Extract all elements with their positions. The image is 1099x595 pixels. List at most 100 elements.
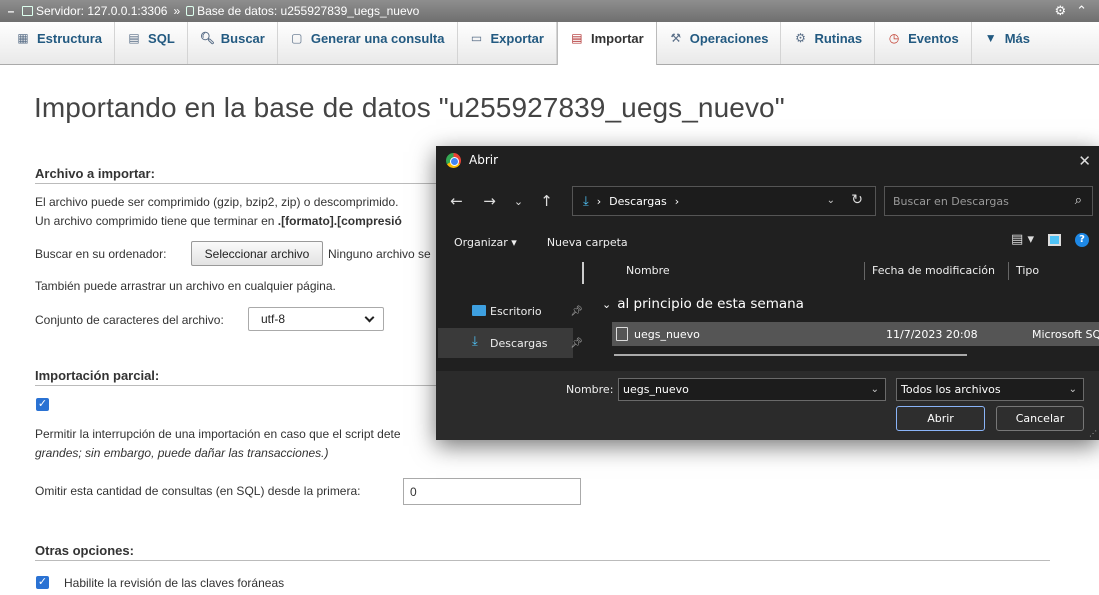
- file-row[interactable]: uegs_nuevo 11/7/2023 20:08 Microsoft SQ: [612, 322, 1099, 346]
- tab-estructura[interactable]: ▦ Estructura: [4, 22, 116, 64]
- interrupt-checkbox[interactable]: ✓: [36, 398, 49, 411]
- column-header-name[interactable]: Nombre: [626, 264, 670, 277]
- page-title: Importando en la base de datos "u2559278…: [34, 92, 785, 123]
- dialog-search-input[interactable]: Buscar en Descargas ⌕: [884, 186, 1093, 216]
- clock-icon: ◷: [888, 31, 900, 45]
- download-icon: ⤓: [583, 193, 589, 209]
- tab-label: SQL: [148, 31, 175, 46]
- interrupt-text: Permitir la interrupción de una importac…: [35, 427, 401, 441]
- pin-icon: 📌︎: [570, 337, 583, 349]
- tab-buscar[interactable]: 🔍︎ Buscar: [188, 22, 278, 64]
- tab-label: Más: [1004, 31, 1031, 46]
- sidebar-item-label: Escritorio: [490, 304, 542, 318]
- triangle-down-icon: ▼: [984, 31, 997, 45]
- tab-eventos[interactable]: ◷ Eventos: [875, 22, 972, 64]
- export-icon: ▭: [470, 31, 483, 45]
- preview-pane-icon[interactable]: [1048, 233, 1061, 246]
- sidebar-scrollbar[interactable]: [582, 262, 584, 284]
- close-icon[interactable]: ✕: [1078, 152, 1091, 170]
- foreign-keys-label: Habilite la revisión de las claves forán…: [64, 576, 285, 590]
- sidebar-item-label: Descargas: [490, 336, 548, 350]
- tab-importar[interactable]: ▤ Importar: [556, 22, 657, 65]
- tab-label: Operaciones: [689, 31, 769, 46]
- dialog-title: Abrir: [469, 153, 499, 167]
- filename-input[interactable]: uegs_nuevo ⌄: [618, 378, 886, 401]
- compression-format-note: Un archivo comprimido tiene que terminar…: [35, 214, 402, 228]
- breadcrumb-database[interactable]: Base de datos: u255927839_uegs_nuevo: [186, 4, 419, 18]
- select-file-button[interactable]: Seleccionar archivo: [191, 241, 323, 266]
- address-chevron-icon: ›: [674, 194, 680, 208]
- section-divider: [35, 560, 1050, 561]
- tab-label: Generar una consulta: [310, 31, 445, 46]
- filetype-select[interactable]: Todos los archivos ⌄: [896, 378, 1084, 401]
- drag-hint: También puede arrastrar un archivo en cu…: [35, 279, 336, 293]
- dialog-toolbar: Organizar ▾ Nueva carpeta ▤ ▾ ?: [436, 230, 1099, 254]
- charset-select[interactable]: utf-8: [248, 307, 384, 331]
- column-separator[interactable]: [1008, 262, 1009, 280]
- help-icon[interactable]: ?: [1075, 232, 1089, 247]
- tab-rutinas[interactable]: ⚙ Rutinas: [781, 22, 876, 64]
- dialog-sidebar: Escritorio 📌︎ ⤓ Descargas 📌︎: [436, 262, 596, 371]
- resize-grip-icon[interactable]: ⋰: [1089, 429, 1097, 438]
- column-header-date[interactable]: Fecha de modificación: [872, 264, 995, 277]
- view-options-icon[interactable]: ▤ ▾: [1011, 232, 1034, 247]
- address-bar[interactable]: ⤓ › Descargas › ⌄ ↻: [572, 186, 876, 216]
- foreign-keys-checkbox[interactable]: ✓: [36, 576, 49, 589]
- filename-label: Nombre:: [566, 383, 614, 396]
- cancel-button[interactable]: Cancelar: [996, 406, 1084, 431]
- column-separator[interactable]: [864, 262, 865, 280]
- collapse-dash[interactable]: –: [0, 4, 22, 18]
- gear-icon[interactable]: ⚙: [1054, 3, 1066, 19]
- tab-exportar[interactable]: ▭ Exportar: [458, 22, 557, 64]
- up-arrow-icon[interactable]: ↑: [535, 192, 558, 210]
- charset-value: utf-8: [261, 312, 286, 326]
- interrupt-text-continued: grandes; sin embargo, puede dañar las tr…: [35, 446, 329, 460]
- tab-sql[interactable]: ▤ SQL: [115, 22, 188, 64]
- search-placeholder: Buscar en Descargas: [893, 194, 1009, 208]
- format-note-bold: .[formato].[compresió: [277, 214, 402, 228]
- tab-bar: ▦ Estructura ▤ SQL 🔍︎ Buscar ▢ Generar una c…: [0, 22, 1099, 65]
- tab-label: Exportar: [490, 31, 544, 46]
- organize-label: Organizar: [454, 235, 508, 249]
- no-file-text: Ninguno archivo se: [328, 247, 431, 261]
- tab-generar-consulta[interactable]: ▢ Generar una consulta: [278, 22, 458, 64]
- organize-menu[interactable]: Organizar ▾: [454, 236, 517, 249]
- wrench-icon: ⚒: [670, 31, 682, 45]
- skip-queries-input[interactable]: 0: [403, 478, 581, 505]
- file-type: Microsoft SQ: [1032, 327, 1099, 341]
- address-chevron-icon: ›: [596, 194, 602, 208]
- chevron-down-icon: ⌄: [602, 297, 612, 311]
- sidebar-item-escritorio[interactable]: Escritorio 📌︎: [438, 296, 583, 326]
- breadcrumb: – Servidor: 127.0.0.1:3306 » Base de dat…: [0, 0, 1099, 22]
- query-icon: ▢: [291, 31, 303, 45]
- tab-operaciones[interactable]: ⚒ Operaciones: [657, 22, 782, 64]
- forward-arrow-icon[interactable]: →: [478, 192, 501, 210]
- search-icon: 🔍︎: [199, 31, 215, 45]
- tab-mas[interactable]: ▼ Más: [972, 22, 1042, 64]
- chevron-down-icon[interactable]: ⌄: [507, 195, 530, 208]
- sidebar-item-descargas[interactable]: ⤓ Descargas 📌︎: [438, 328, 583, 358]
- tab-label: Estructura: [37, 31, 103, 46]
- format-note-prefix: Un archivo comprimido tiene que terminar…: [35, 214, 278, 228]
- new-folder-button[interactable]: Nueva carpeta: [547, 236, 628, 249]
- chevron-down-icon[interactable]: ⌄: [827, 195, 835, 206]
- dialog-navigation: ← → ⌄ ↑ ⤓ › Descargas › ⌄ ↻ Buscar en De…: [436, 184, 1099, 218]
- horizontal-scrollbar[interactable]: [614, 354, 967, 356]
- refresh-icon[interactable]: ↻: [851, 192, 863, 208]
- chevron-down-icon: ⌄: [1068, 384, 1077, 395]
- skip-queries-label: Omitir esta cantidad de consultas (en SQ…: [35, 484, 361, 498]
- breadcrumb-server[interactable]: Servidor: 127.0.0.1:3306: [22, 4, 167, 18]
- file-section-title: Archivo a importar:: [35, 166, 155, 181]
- filetype-value: Todos los archivos: [901, 383, 1001, 396]
- address-folder[interactable]: Descargas: [609, 195, 667, 208]
- back-arrow-icon[interactable]: ←: [445, 192, 468, 210]
- file-group-header[interactable]: ⌄ al principio de esta semana: [602, 296, 804, 312]
- column-header-type[interactable]: Tipo: [1016, 264, 1039, 277]
- compression-note: El archivo puede ser comprimido (gzip, b…: [35, 195, 399, 209]
- open-button[interactable]: Abrir: [896, 406, 985, 431]
- collapse-icon[interactable]: ⌃: [1076, 3, 1087, 19]
- open-file-dialog: Abrir ✕ ← → ⌄ ↑ ⤓ › Descargas › ⌄ ↻ Busc…: [436, 146, 1099, 440]
- tab-label: Eventos: [908, 31, 959, 46]
- chevron-down-icon[interactable]: ⌄: [871, 384, 879, 395]
- file-name: uegs_nuevo: [634, 327, 700, 341]
